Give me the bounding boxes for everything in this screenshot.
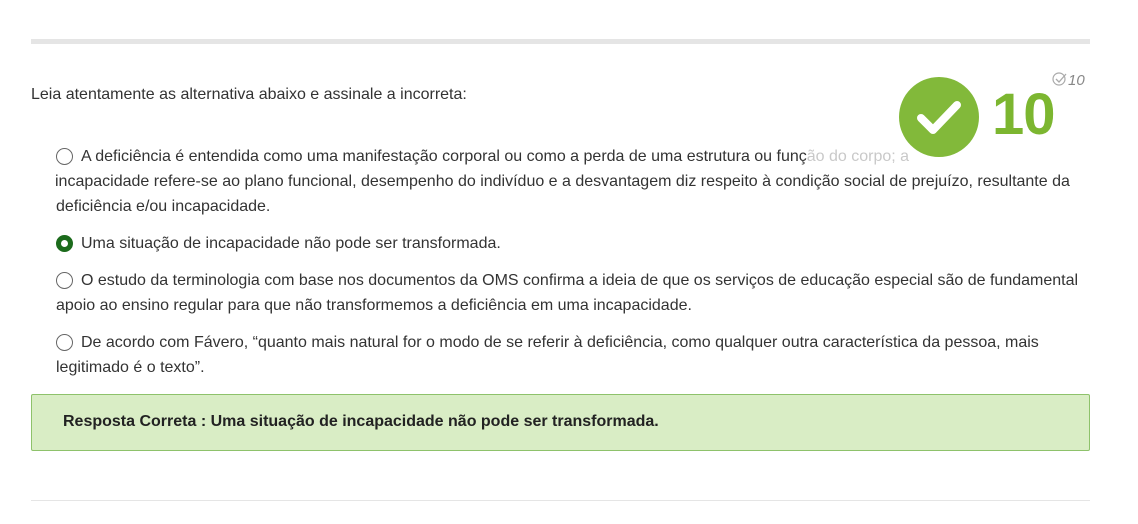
check-circle-icon <box>1052 72 1067 86</box>
option-a[interactable]: A deficiência é entendida como uma manif… <box>55 144 1096 219</box>
option-c[interactable]: O estudo da terminologia com base nos do… <box>56 268 1096 318</box>
radio-button-selected[interactable] <box>56 235 73 252</box>
correct-answer-text: Resposta Correta : Uma situação de incap… <box>63 413 659 430</box>
check-icon <box>917 101 961 134</box>
option-text: O estudo da terminologia com base nos do… <box>56 272 1079 314</box>
option-text: De acordo com Fávero, “quanto mais natur… <box>56 334 1039 376</box>
question-prompt: Leia atentamente as alternativa abaixo e… <box>31 86 467 103</box>
bottom-divider <box>31 500 1090 501</box>
radio-button[interactable] <box>56 148 73 165</box>
max-score-value: 10 <box>1068 72 1085 89</box>
option-text: A deficiência é entendida como uma manif… <box>81 148 807 165</box>
options-list: A deficiência é entendida como uma manif… <box>55 144 1096 392</box>
option-text-continued: incapacidade refere-se ao plano funciona… <box>55 173 1070 215</box>
option-text: Uma situação de incapacidade não pode se… <box>81 235 501 252</box>
max-score: 10 <box>1052 71 1085 89</box>
radio-button[interactable] <box>56 272 73 289</box>
option-text-faded: ão do corpo; a <box>806 148 910 165</box>
option-d[interactable]: De acordo com Fávero, “quanto mais natur… <box>56 330 1096 380</box>
quiz-question-page: Leia atentamente as alternativa abaixo e… <box>0 0 1138 524</box>
radio-button[interactable] <box>56 334 73 351</box>
top-divider <box>31 39 1090 44</box>
score-value: 10 <box>992 82 1056 147</box>
correct-answer-box: Resposta Correta : Uma situação de incap… <box>31 394 1090 451</box>
option-b[interactable]: Uma situação de incapacidade não pode se… <box>56 231 1096 256</box>
